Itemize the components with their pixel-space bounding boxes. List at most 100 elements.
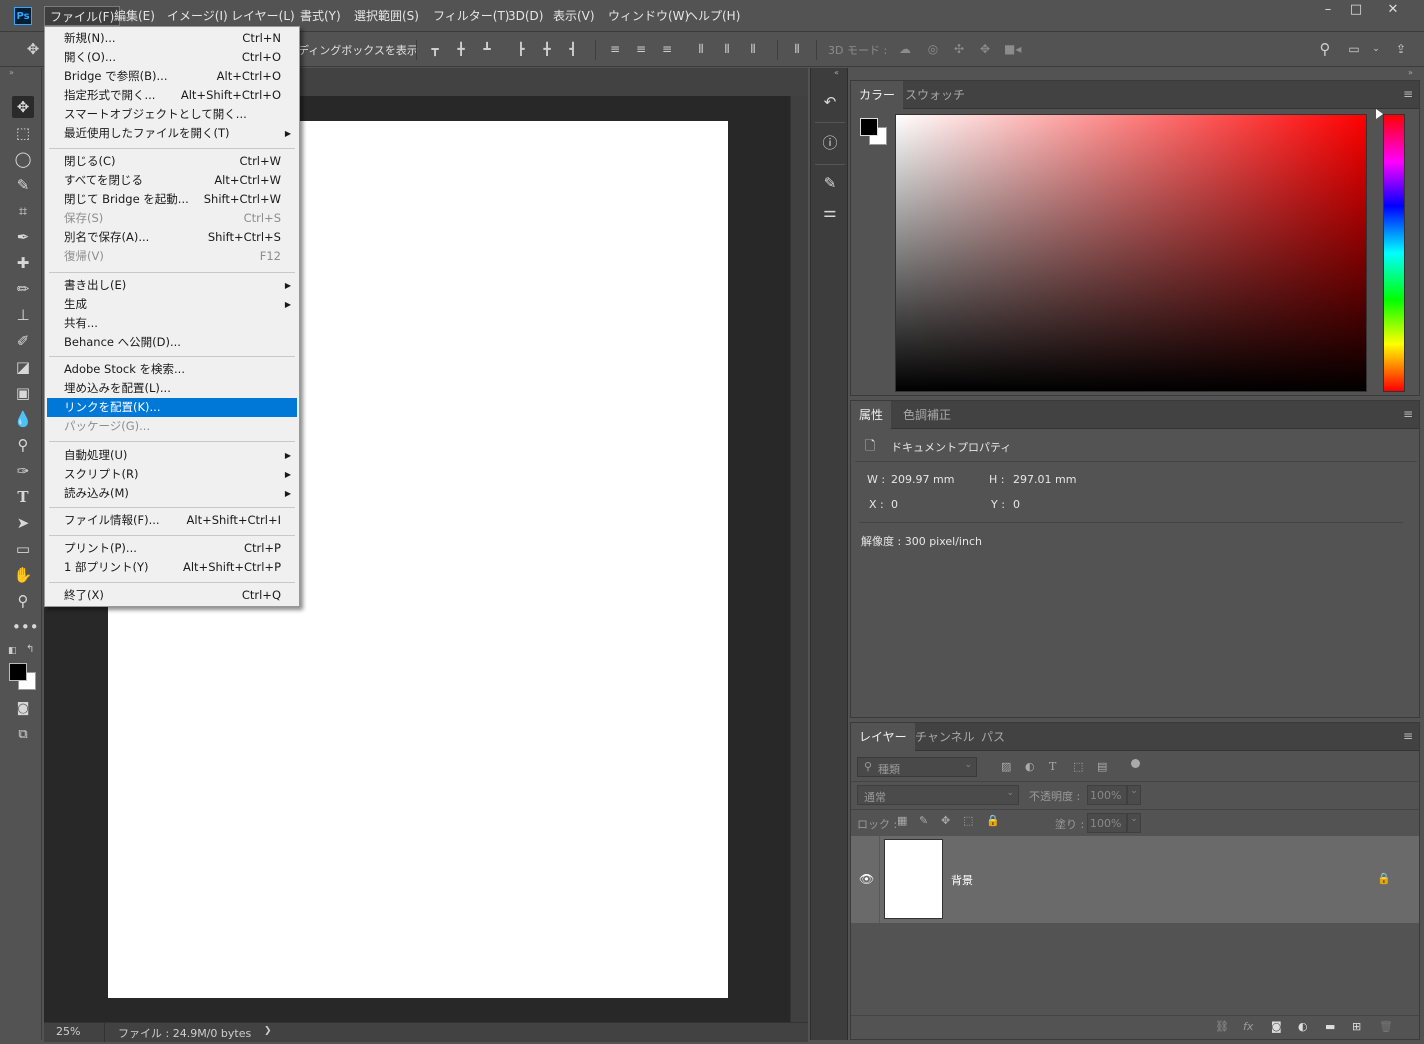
file-menu-item[interactable]: プリント(P)... Ctrl+P bbox=[47, 539, 297, 558]
height-value[interactable]: 297.01 mm bbox=[1013, 473, 1076, 486]
filter-type-icon[interactable]: T bbox=[1049, 760, 1056, 773]
foreground-color-swatch[interactable] bbox=[9, 663, 27, 681]
layer-row[interactable]: 👁 背景 🔒 bbox=[851, 836, 1419, 923]
swap-colors-icon[interactable]: ↰ bbox=[26, 644, 34, 655]
move-tool-icon[interactable]: ✥ bbox=[12, 96, 34, 118]
file-menu-item[interactable]: Behance へ公開(D)... bbox=[47, 333, 297, 352]
file-menu-item[interactable]: 指定形式で開く... Alt+Shift+Ctrl+O bbox=[47, 86, 297, 105]
3d-pan-icon[interactable]: ✣ bbox=[952, 42, 966, 56]
file-menu-item[interactable]: 生成 ▶ bbox=[47, 295, 297, 314]
file-menu-item[interactable]: 自動処理(U) ▶ bbox=[47, 446, 297, 465]
align-vcenter-icon[interactable]: ╋ bbox=[454, 42, 468, 56]
menu-filter[interactable]: フィルター(T) bbox=[428, 6, 514, 26]
panel-menu-icon[interactable]: ≡ bbox=[1403, 407, 1413, 421]
history-icon[interactable]: ↶ bbox=[819, 91, 841, 113]
eye-icon[interactable]: 👁 bbox=[859, 872, 874, 886]
menu-layer[interactable]: レイヤー(L) bbox=[226, 6, 300, 26]
delete-layer-icon[interactable]: 🗑 bbox=[1379, 1020, 1393, 1033]
fill-dropdown-icon[interactable]: ⌄ bbox=[1127, 813, 1141, 833]
file-menu-item[interactable]: 1 部プリント(Y) Alt+Shift+Ctrl+P bbox=[47, 558, 297, 577]
history-brush-tool-icon[interactable]: ✐ bbox=[12, 330, 34, 352]
align-left-icon[interactable]: ┣ bbox=[514, 42, 528, 56]
menu-help[interactable]: ヘルプ(H) bbox=[681, 6, 745, 26]
healing-brush-tool-icon[interactable]: ✚ bbox=[12, 252, 34, 274]
search-icon[interactable]: ⚲ bbox=[1318, 42, 1332, 57]
file-menu-item[interactable]: 開く(O)... Ctrl+O bbox=[47, 48, 297, 67]
quick-mask-icon[interactable]: ◙ bbox=[12, 698, 34, 720]
color-field[interactable] bbox=[895, 114, 1367, 392]
file-menu-item[interactable]: 埋め込みを配置(L)... bbox=[47, 379, 297, 398]
screen-mode-icon[interactable]: ⧉ bbox=[12, 724, 34, 746]
menu-select[interactable]: 選択範囲(S) bbox=[349, 6, 424, 26]
menu-image[interactable]: イメージ(I) bbox=[162, 6, 233, 26]
status-menu-arrow-icon[interactable]: ❯ bbox=[264, 1026, 272, 1036]
align-right-icon[interactable]: ┫ bbox=[566, 42, 580, 56]
3d-orbit-icon[interactable]: ☁ bbox=[898, 42, 912, 56]
gradient-tool-icon[interactable]: ▣ bbox=[12, 382, 34, 404]
layer-style-icon[interactable]: fx bbox=[1243, 1020, 1253, 1033]
fill-input[interactable]: 100% bbox=[1087, 813, 1127, 833]
distribute-bottom-icon[interactable]: ≡ bbox=[660, 42, 674, 56]
chevron-down-icon[interactable]: ⌄ bbox=[1369, 42, 1383, 56]
new-layer-icon[interactable]: ⊞ bbox=[1352, 1020, 1361, 1033]
blur-tool-icon[interactable]: 💧 bbox=[12, 408, 34, 430]
file-menu-item[interactable]: スマートオブジェクトとして開く... bbox=[47, 105, 297, 124]
3d-slide-icon[interactable]: ✥ bbox=[978, 42, 992, 56]
file-menu-item[interactable]: リンクを配置(K)... bbox=[47, 398, 297, 417]
tab-layers[interactable]: レイヤー bbox=[851, 723, 915, 751]
collapse-icon[interactable]: » bbox=[9, 68, 14, 77]
link-layers-icon[interactable]: ⛓ bbox=[1215, 1020, 1229, 1033]
3d-scale-icon[interactable]: ■◂ bbox=[1004, 42, 1021, 56]
file-menu-item[interactable]: 閉じて Bridge を起動... Shift+Ctrl+W bbox=[47, 190, 297, 209]
eyedropper-tool-icon[interactable]: ✒ bbox=[12, 226, 34, 248]
zoom-tool-icon[interactable]: ⚲ bbox=[12, 590, 34, 612]
file-menu-item[interactable]: 新規(N)... Ctrl+N bbox=[47, 29, 297, 48]
filter-shape-icon[interactable]: ⬚ bbox=[1073, 760, 1083, 773]
menu-3d[interactable]: 3D(D) bbox=[503, 6, 548, 26]
maximize-button[interactable]: □ bbox=[1341, 2, 1371, 22]
filter-pixel-icon[interactable]: ▨ bbox=[1001, 760, 1011, 773]
hue-slider-handle[interactable] bbox=[1376, 109, 1383, 119]
zoom-level[interactable]: 25% bbox=[56, 1025, 80, 1038]
opacity-dropdown-icon[interactable]: ⌄ bbox=[1127, 785, 1141, 805]
tab-properties[interactable]: 属性 bbox=[851, 401, 892, 429]
lock-image-icon[interactable]: ✎ bbox=[919, 814, 928, 827]
default-colors-icon[interactable]: ◧ bbox=[8, 646, 17, 656]
foreground-color-swatch[interactable] bbox=[860, 118, 878, 136]
layer-filter-select[interactable]: ⚲ 種類 ⌄ bbox=[857, 757, 977, 777]
menu-edit[interactable]: 編集(E) bbox=[109, 6, 160, 26]
marquee-tool-icon[interactable]: ⬚ bbox=[12, 122, 34, 144]
pen-tool-icon[interactable]: ✑ bbox=[12, 460, 34, 482]
filter-adjustment-icon[interactable]: ◐ bbox=[1025, 760, 1035, 773]
file-menu-item[interactable]: 閉じる(C) Ctrl+W bbox=[47, 152, 297, 171]
distribute-right-icon[interactable]: ⫴ bbox=[746, 42, 760, 56]
info-icon[interactable]: ⓘ bbox=[819, 132, 841, 154]
quick-select-tool-icon[interactable]: ✎ bbox=[12, 174, 34, 196]
crop-tool-icon[interactable]: ⌗ bbox=[12, 200, 34, 222]
hue-slider[interactable] bbox=[1383, 114, 1405, 392]
align-hcenter-icon[interactable]: ╋ bbox=[540, 42, 554, 56]
distribute-vcenter-icon[interactable]: ≡ bbox=[634, 42, 648, 56]
3d-roll-icon[interactable]: ◎ bbox=[926, 42, 940, 56]
tab-channels[interactable]: チャンネル bbox=[907, 723, 983, 751]
stamp-tool-icon[interactable]: ⊥ bbox=[12, 304, 34, 326]
panel-menu-icon[interactable]: ≡ bbox=[1403, 729, 1413, 743]
menu-view[interactable]: 表示(V) bbox=[548, 6, 600, 26]
y-value[interactable]: 0 bbox=[1013, 498, 1020, 511]
file-menu-item[interactable]: スクリプト(R) ▶ bbox=[47, 465, 297, 484]
file-menu-item[interactable]: Bridge で参照(B)... Alt+Ctrl+O bbox=[47, 67, 297, 86]
hand-tool-icon[interactable]: ✋ bbox=[12, 564, 34, 586]
vertical-scrollbar[interactable] bbox=[790, 96, 808, 1022]
menu-type[interactable]: 書式(Y) bbox=[295, 6, 346, 26]
expand-icon[interactable]: « bbox=[834, 68, 839, 77]
file-menu-item[interactable]: すべてを閉じる Alt+Ctrl+W bbox=[47, 171, 297, 190]
align-bottom-icon[interactable]: ┻ bbox=[480, 42, 494, 56]
lasso-tool-icon[interactable]: ◯ bbox=[12, 148, 34, 170]
file-menu-item[interactable]: 読み込み(M) ▶ bbox=[47, 484, 297, 503]
lock-transparent-icon[interactable]: ▦ bbox=[897, 814, 907, 827]
panel-dock-collapse-icon[interactable]: » bbox=[1408, 68, 1413, 77]
distribute-hcenter-icon[interactable]: ⫴ bbox=[720, 42, 734, 56]
type-tool-icon[interactable]: T bbox=[12, 486, 34, 508]
layer-name[interactable]: 背景 bbox=[951, 872, 973, 888]
lock-artboard-icon[interactable]: ⬚ bbox=[963, 814, 973, 827]
